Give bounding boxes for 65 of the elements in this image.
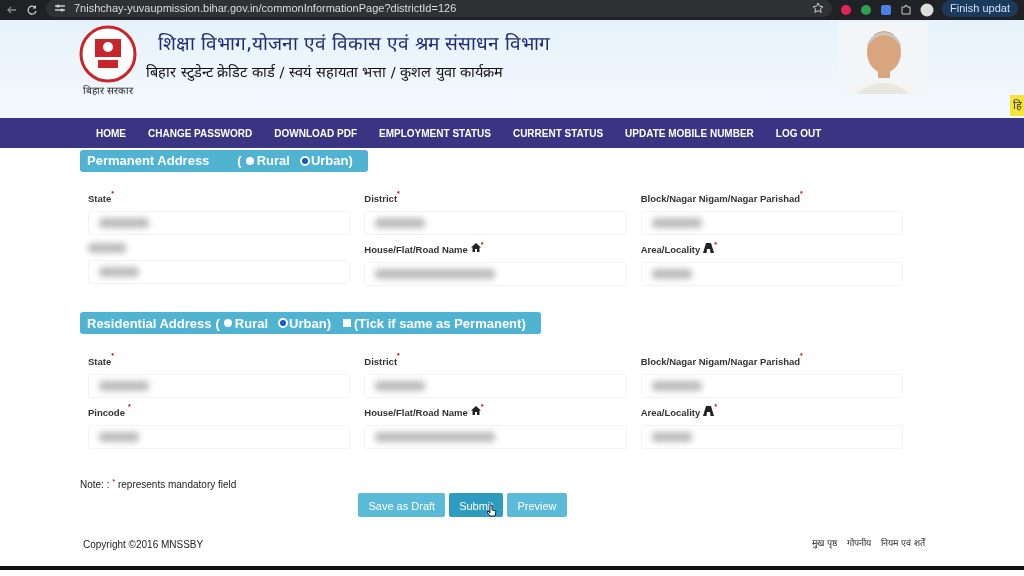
select-field[interactable] bbox=[640, 373, 903, 398]
select-field[interactable] bbox=[364, 211, 627, 236]
field-label: District$^{*}$ bbox=[364, 352, 401, 369]
extension-icon[interactable] bbox=[860, 4, 873, 16]
blurred-label bbox=[88, 243, 126, 254]
select-field[interactable] bbox=[88, 373, 351, 398]
field-label: Block/Nagar Nigam/Nagar Parishad$^{*}$ bbox=[640, 190, 804, 207]
footer-link[interactable]: मुख पृष्ठ bbox=[812, 537, 838, 551]
header-subtitle: बिहार स्टुडेन्ट क्रेडिट कार्ड / स्वयं सहायता भत्ता / कुशल युवा कार्यक्रम bbox=[146, 62, 505, 83]
nav-link[interactable]: CHANGE PASSWORD bbox=[148, 125, 253, 141]
reload-icon[interactable] bbox=[26, 4, 38, 16]
field-label: Block/Nagar Nigam/Nagar Parishad$^{*}$ bbox=[640, 352, 804, 369]
house-icon bbox=[470, 405, 481, 415]
extension-icon[interactable] bbox=[840, 4, 853, 16]
copyright-text: Copyright ©2016 MNSSBY bbox=[83, 537, 204, 552]
footer-link[interactable]: नियम एवं शर्तें bbox=[881, 537, 925, 551]
input-field[interactable] bbox=[88, 260, 351, 285]
puzzle-icon[interactable] bbox=[900, 4, 913, 16]
input-field[interactable] bbox=[640, 262, 903, 287]
paren-text: ( bbox=[237, 152, 242, 171]
select-field[interactable] bbox=[640, 211, 903, 236]
select-field[interactable] bbox=[364, 373, 627, 398]
paren-text: ( bbox=[215, 314, 220, 333]
header-title: शिक्षा विभाग,योजना एवं विकास एवं श्रम संसाधन विभाग bbox=[158, 31, 551, 56]
blurred-value bbox=[651, 218, 702, 229]
nav-link[interactable]: HOME bbox=[96, 125, 126, 141]
select-field[interactable] bbox=[88, 211, 351, 236]
input-field[interactable] bbox=[364, 262, 627, 287]
field-label: Pincode $^{*}$ bbox=[88, 403, 132, 420]
language-tab[interactable]: हि bbox=[1010, 95, 1024, 116]
update-button[interactable]: Finish updat bbox=[942, 0, 1018, 17]
avatar-icon[interactable] bbox=[920, 3, 935, 17]
input-field[interactable] bbox=[364, 424, 627, 449]
site-info-icon[interactable] bbox=[54, 3, 66, 13]
nav-link[interactable]: EMPLOYMENT STATUS bbox=[379, 125, 491, 141]
blurred-value bbox=[651, 269, 692, 280]
blurred-value bbox=[99, 431, 139, 442]
star-icon[interactable] bbox=[812, 2, 825, 14]
nav-link[interactable]: DOWNLOAD PDF bbox=[274, 125, 358, 141]
field-label: State$^{*}$ bbox=[88, 190, 115, 207]
note-text: Note: : $^{*}$ represents mandatory field bbox=[80, 476, 238, 492]
nav-link[interactable]: UPDATE MOBILE NUMBER bbox=[625, 125, 754, 141]
field-label: State$^{*}$ bbox=[88, 352, 115, 369]
footer-link[interactable]: गोपनीय bbox=[847, 537, 872, 551]
logo-caption: बिहार सरकार bbox=[82, 84, 134, 98]
blurred-value bbox=[375, 218, 426, 229]
blurred-value bbox=[651, 431, 692, 442]
blurred-value bbox=[99, 218, 149, 229]
back-icon[interactable] bbox=[6, 4, 18, 16]
extension-icon[interactable] bbox=[880, 4, 893, 16]
emblem-logo bbox=[78, 25, 138, 83]
input-field[interactable] bbox=[88, 424, 351, 449]
blurred-value bbox=[375, 380, 426, 391]
road-icon bbox=[703, 405, 715, 416]
field-label: District$^{*}$ bbox=[364, 190, 401, 207]
blurred-value bbox=[99, 267, 139, 278]
blurred-value bbox=[99, 380, 149, 391]
nav-link[interactable]: LOG OUT bbox=[775, 125, 822, 141]
house-icon bbox=[470, 243, 481, 253]
nav-link[interactable]: CURRENT STATUS bbox=[512, 125, 604, 141]
blurred-value bbox=[651, 380, 702, 391]
section-title: Residential Address bbox=[87, 314, 212, 333]
input-field[interactable] bbox=[640, 424, 903, 449]
road-icon bbox=[703, 243, 715, 254]
section-title: Permanent Address bbox=[87, 152, 210, 171]
